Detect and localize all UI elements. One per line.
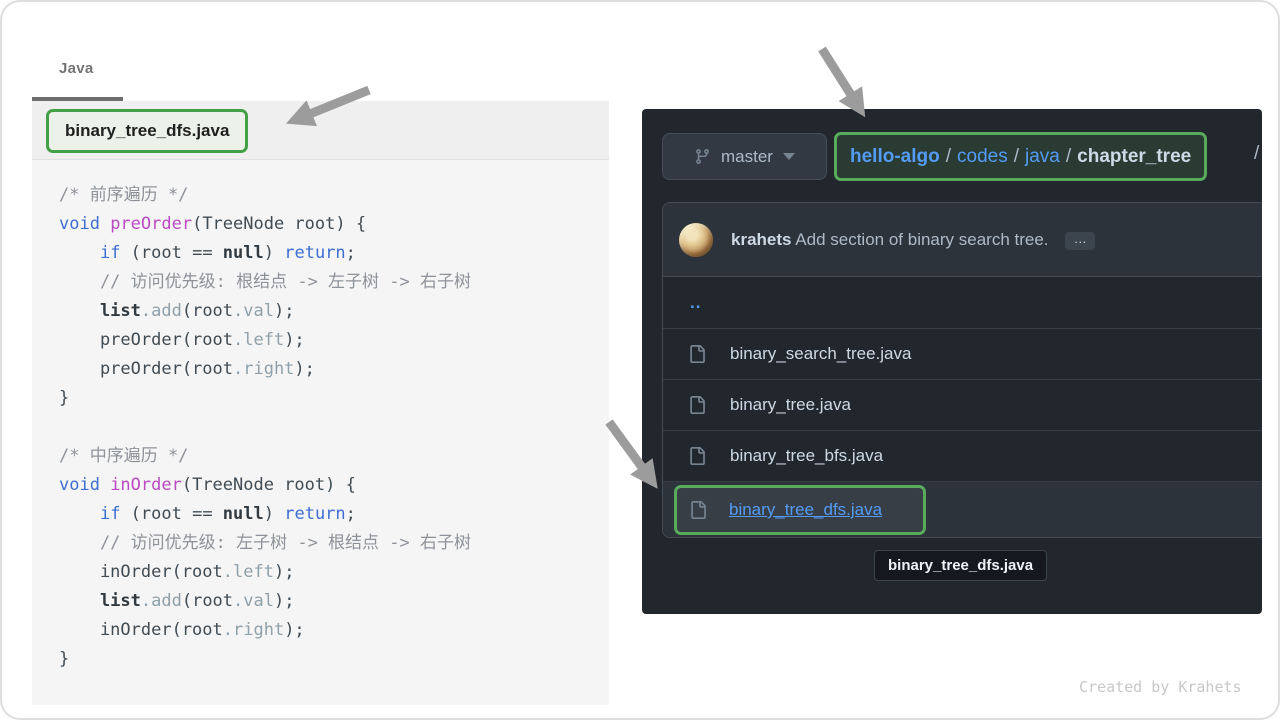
- git-branch-icon: [694, 148, 711, 165]
- file-list: .. binary_search_tree.java binary_tree.jav…: [663, 277, 1262, 537]
- file-row[interactable]: binary_tree.java: [663, 379, 1262, 430]
- commit-text: krahets Add section of binary search tre…: [731, 230, 1095, 250]
- breadcrumb-codes[interactable]: codes: [957, 146, 1008, 167]
- code-block: /* 前序遍历 */void preOrder(TreeNode root) {…: [59, 181, 609, 674]
- code-line: preOrder(root.right);: [59, 355, 609, 384]
- code-line: void inOrder(TreeNode root) {: [59, 471, 609, 500]
- commit-expand-button[interactable]: …: [1065, 232, 1095, 250]
- code-file-header: binary_tree_dfs.java: [32, 101, 609, 160]
- code-line: // 访问优先级: 根结点 -> 左子树 -> 右子树: [59, 268, 609, 297]
- file-row[interactable]: binary_tree_bfs.java: [663, 430, 1262, 481]
- tab-java[interactable]: Java: [59, 60, 94, 77]
- code-line: // 访问优先级: 左子树 -> 根结点 -> 右子树: [59, 529, 609, 558]
- file-name-link[interactable]: binary_tree_dfs.java: [729, 500, 882, 520]
- breadcrumb-chapter_tree: chapter_tree: [1077, 146, 1191, 167]
- file-name-link[interactable]: binary_tree.java: [730, 395, 851, 415]
- code-area: /* 前序遍历 */void preOrder(TreeNode root) {…: [32, 160, 609, 705]
- code-line: }: [59, 384, 609, 413]
- github-file-browser: master hello-algo/codes/java/chapter_tre…: [642, 109, 1262, 614]
- file-list-box: krahets Add section of binary search tre…: [662, 202, 1262, 538]
- code-line: [59, 413, 609, 442]
- file-title-highlight-box: binary_tree_dfs.java: [46, 109, 248, 153]
- code-line: /* 前序遍历 */: [59, 181, 609, 210]
- code-line: void preOrder(TreeNode root) {: [59, 210, 609, 239]
- file-row[interactable]: binary_search_tree.java: [663, 328, 1262, 379]
- breadcrumb-separator: /: [1008, 146, 1025, 167]
- file-name-link[interactable]: binary_search_tree.java: [730, 344, 911, 364]
- avatar[interactable]: [679, 223, 713, 257]
- caret-down-icon: [783, 153, 795, 160]
- screenshot-card: Java binary_tree_dfs.java /* 前序遍历 */void…: [0, 0, 1280, 720]
- code-line: inOrder(root.right);: [59, 616, 609, 645]
- commit-author[interactable]: krahets: [731, 230, 791, 249]
- code-line: }: [59, 645, 609, 674]
- branch-name: master: [721, 147, 773, 167]
- credit-text: Created by Krahets: [1079, 678, 1242, 696]
- file-title: binary_tree_dfs.java: [65, 121, 229, 141]
- tooltip-text: binary_tree_dfs.java: [888, 557, 1033, 574]
- breadcrumb-highlight-box: hello-algo/codes/java/chapter_tree: [834, 132, 1207, 181]
- code-line: list.add(root.val);: [59, 587, 609, 616]
- breadcrumb: hello-algo/codes/java/chapter_tree: [850, 146, 1191, 168]
- breadcrumb-separator: /: [940, 146, 957, 167]
- latest-commit-row: krahets Add section of binary search tre…: [663, 203, 1262, 277]
- code-line: if (root == null) return;: [59, 500, 609, 529]
- branch-selector-button[interactable]: master: [662, 133, 827, 180]
- file-row-parent-dir[interactable]: ..: [663, 277, 1262, 328]
- code-line: list.add(root.val);: [59, 297, 609, 326]
- file-icon: [688, 396, 706, 414]
- code-line: preOrder(root.left);: [59, 326, 609, 355]
- breadcrumb-java[interactable]: java: [1025, 146, 1060, 167]
- code-line: /* 中序遍历 */: [59, 442, 609, 471]
- breadcrumb-separator: /: [1060, 146, 1077, 167]
- file-name-link[interactable]: ..: [690, 293, 701, 313]
- arrow-to-breadcrumb-icon: [822, 49, 860, 109]
- file-row[interactable]: binary_tree_dfs.java: [663, 481, 1262, 537]
- file-icon: [688, 447, 706, 465]
- breadcrumb-trailing-slash: /: [1254, 143, 1259, 165]
- file-icon: [689, 501, 707, 519]
- file-icon: [688, 345, 706, 363]
- filename-tooltip: binary_tree_dfs.java: [874, 550, 1047, 581]
- file-name-link[interactable]: binary_tree_bfs.java: [730, 446, 883, 466]
- commit-message[interactable]: Add section of binary search tree.: [795, 230, 1048, 249]
- breadcrumb-hello-algo[interactable]: hello-algo: [850, 146, 940, 167]
- code-line: if (root == null) return;: [59, 239, 609, 268]
- file-row-highlight-box: binary_tree_dfs.java: [674, 485, 926, 535]
- code-line: inOrder(root.left);: [59, 558, 609, 587]
